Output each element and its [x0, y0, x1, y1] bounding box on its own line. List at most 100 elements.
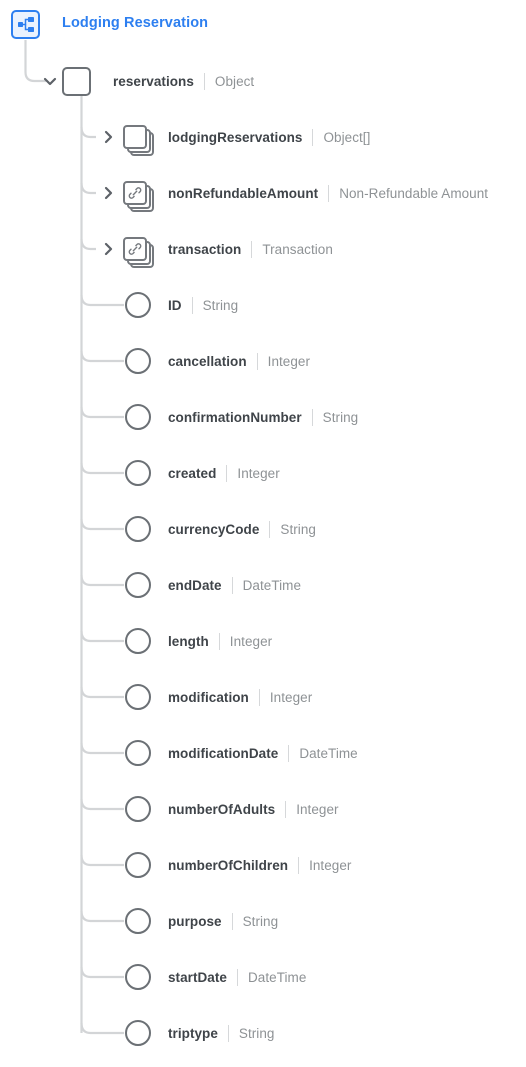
schema-tree-icon[interactable]	[11, 10, 40, 39]
label-separator	[311, 408, 313, 426]
node-type: String	[322, 409, 359, 425]
label-separator	[298, 856, 300, 874]
label-separator	[288, 744, 290, 762]
node-type: DateTime	[242, 577, 302, 593]
node-name[interactable]: modificationDate	[168, 746, 278, 761]
node-label-group: transaction Transaction	[168, 239, 333, 259]
field-node-icon[interactable]	[125, 628, 151, 654]
node-label-group: confirmationNumber String	[168, 407, 358, 427]
schema-tree-canvas: Lodging Reservation reservations Object lo…	[0, 0, 526, 1067]
node-type: Non-Refundable Amount	[339, 185, 489, 201]
field-node-icon[interactable]	[125, 348, 151, 374]
node-name[interactable]: reservations	[113, 74, 194, 89]
root-toggle[interactable]	[43, 74, 57, 88]
node-label-group: lodgingReservations Object[]	[168, 127, 370, 147]
node-type: String	[238, 1025, 275, 1041]
node-toggle[interactable]	[101, 242, 115, 256]
field-node-icon[interactable]	[125, 684, 151, 710]
label-separator	[226, 464, 228, 482]
label-separator	[258, 688, 260, 706]
node-type: Object	[214, 73, 255, 89]
node-type: DateTime	[247, 969, 307, 985]
node-name[interactable]: transaction	[168, 242, 241, 257]
link-icon	[123, 181, 147, 205]
node-type: String	[202, 297, 239, 313]
node-type: Integer	[309, 857, 352, 873]
node-label-group: length Integer	[168, 631, 272, 651]
node-type: Transaction	[262, 241, 333, 257]
node-label-group: currencyCode String	[168, 519, 316, 539]
node-name[interactable]: endDate	[168, 578, 222, 593]
field-node-icon[interactable]	[125, 740, 151, 766]
node-type: Integer	[296, 801, 339, 817]
node-name[interactable]: numberOfAdults	[168, 802, 275, 817]
node-label-group: endDate DateTime	[168, 575, 301, 595]
label-separator	[256, 352, 258, 370]
object-node-icon[interactable]	[62, 66, 91, 96]
node-type: Integer	[267, 353, 311, 369]
label-separator	[203, 72, 205, 90]
field-node-icon[interactable]	[125, 964, 151, 990]
label-separator	[251, 240, 253, 258]
label-separator	[328, 184, 330, 202]
node-label-group: numberOfChildren Integer	[168, 855, 351, 875]
field-node-icon[interactable]	[125, 460, 151, 486]
node-label-group: numberOfAdults Integer	[168, 799, 339, 819]
object-array-node-icon[interactable]	[123, 125, 157, 159]
node-name[interactable]: lodgingReservations	[168, 130, 302, 145]
node-type: String	[242, 913, 279, 929]
link-icon	[123, 237, 147, 261]
field-node-icon[interactable]	[125, 908, 151, 934]
node-name[interactable]: cancellation	[168, 354, 247, 369]
node-type: Integer	[229, 633, 273, 649]
node-label-group: modificationDate DateTime	[168, 743, 358, 763]
node-name[interactable]: currencyCode	[168, 522, 259, 537]
field-node-icon[interactable]	[125, 1020, 151, 1046]
node-name[interactable]: nonRefundableAmount	[168, 186, 318, 201]
label-separator	[236, 968, 238, 986]
node-label-group: cancellation Integer	[168, 351, 310, 371]
field-node-icon[interactable]	[125, 572, 151, 598]
root-header-row: Lodging Reservation	[0, 0, 526, 50]
node-name[interactable]: purpose	[168, 914, 222, 929]
label-separator	[312, 128, 314, 146]
label-separator	[218, 632, 220, 650]
linked-object-node-icon[interactable]	[123, 181, 157, 215]
node-label-group: reservations Object	[113, 71, 254, 91]
node-label-group: ID String	[168, 295, 238, 315]
label-separator	[269, 520, 271, 538]
field-node-icon[interactable]	[125, 852, 151, 878]
node-name[interactable]: created	[168, 466, 216, 481]
node-type: String	[280, 521, 316, 537]
node-name[interactable]: triptype	[168, 1026, 218, 1041]
node-label-group: triptype String	[168, 1023, 274, 1043]
node-toggle[interactable]	[101, 186, 115, 200]
node-label-group: modification Integer	[168, 687, 312, 707]
field-node-icon[interactable]	[125, 516, 151, 542]
label-separator	[191, 296, 193, 314]
label-separator	[285, 800, 287, 818]
node-label-group: created Integer	[168, 463, 280, 483]
node-type: Integer	[237, 465, 280, 481]
label-separator	[231, 576, 233, 594]
node-name[interactable]: length	[168, 634, 209, 649]
node-name[interactable]: startDate	[168, 970, 227, 985]
label-separator	[227, 1024, 229, 1042]
node-type: DateTime	[299, 745, 358, 761]
node-label-group: purpose String	[168, 911, 278, 931]
linked-object-node-icon[interactable]	[123, 237, 157, 271]
field-node-icon[interactable]	[125, 292, 151, 318]
node-label-group: startDate DateTime	[168, 967, 306, 987]
field-node-icon[interactable]	[125, 404, 151, 430]
field-node-icon[interactable]	[125, 796, 151, 822]
node-toggle[interactable]	[101, 130, 115, 144]
node-name[interactable]: ID	[168, 298, 182, 313]
card-front	[123, 125, 147, 149]
node-type: Object[]	[323, 129, 371, 145]
node-name[interactable]: confirmationNumber	[168, 410, 302, 425]
node-name[interactable]: numberOfChildren	[168, 858, 288, 873]
node-name[interactable]: modification	[168, 690, 249, 705]
page-title: Lodging Reservation	[62, 15, 209, 31]
label-separator	[231, 912, 233, 930]
node-label-group: nonRefundableAmount Non-Refundable Amount	[168, 183, 488, 203]
